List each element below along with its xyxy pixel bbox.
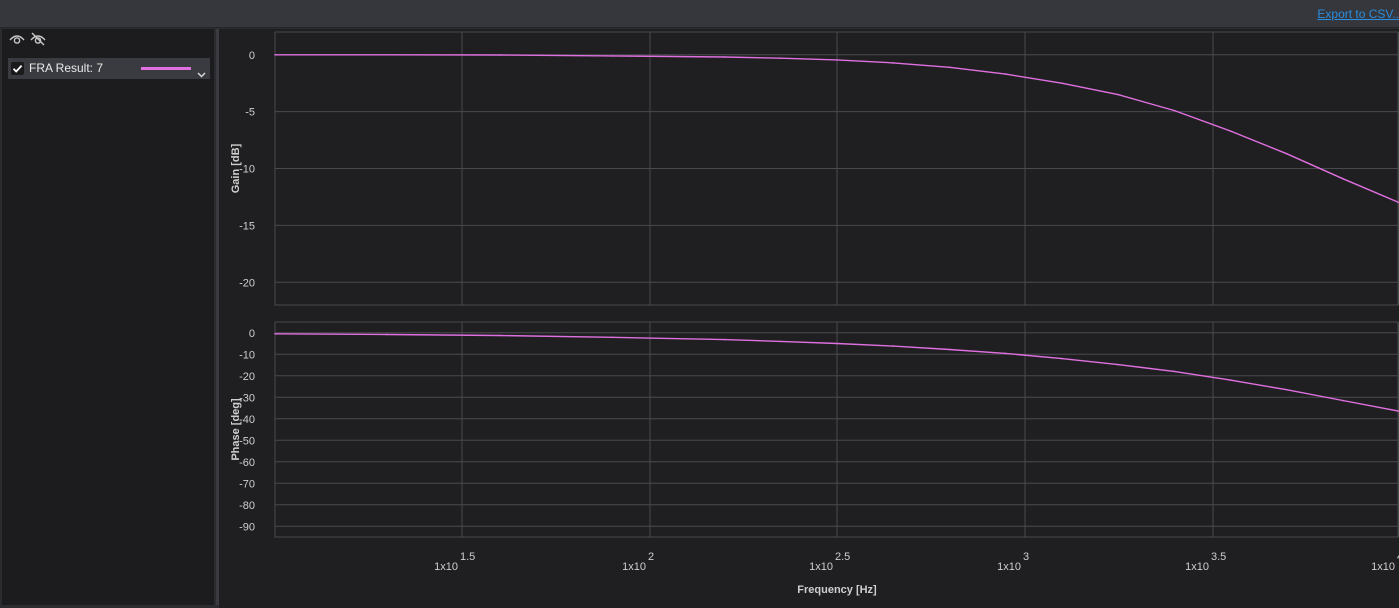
chevron-down-icon[interactable] (197, 65, 206, 78)
data-point (836, 59, 838, 61)
legend-item-fra-result[interactable]: FRA Result: 7 (8, 58, 210, 79)
bode-chart-svg: 0-5-10-15-20Gain [dB]0-10-20-30-40-50-60… (230, 31, 1399, 596)
x-tick-label: 1x10 (434, 561, 458, 573)
x-tick-label: 1x10 (997, 561, 1021, 573)
data-point (611, 336, 613, 339)
x-tick-label: 1x10 (1371, 561, 1395, 573)
y-tick-label: -20 (239, 277, 255, 289)
data-point (892, 345, 894, 347)
x-tick-label: 1x10 (622, 561, 646, 573)
data-point (498, 334, 501, 337)
checkmark-icon (12, 64, 23, 73)
y-tick-label: -80 (239, 500, 255, 512)
x-tick-label: 1x10 (809, 561, 833, 573)
data-point (1004, 352, 1007, 355)
legend-label: FRA Result: 7 (29, 61, 104, 75)
data-point (385, 333, 388, 336)
data-point (1004, 73, 1007, 75)
top-toolbar: Export to CSV.. (0, 0, 1399, 28)
x-tick-label: 1x10 (1185, 561, 1209, 573)
series-sidebar: FRA Result: 7 (2, 29, 214, 605)
x-tick-exponent: 1.5 (460, 551, 475, 563)
data-point (948, 66, 951, 69)
y-axis-label: Gain [dB] (230, 143, 242, 193)
data-point (948, 348, 951, 351)
bode-plot-area: 0 -5 -10 -15 -20 Gain [dB] 0 -10 -20 -30 -40 -50 -60… (219, 29, 1399, 608)
eye-off-icon[interactable] (30, 32, 46, 46)
data-point (723, 56, 726, 58)
data-point (779, 340, 782, 343)
data-point (274, 333, 276, 335)
data-point (1229, 379, 1232, 381)
data-point (1342, 177, 1344, 180)
data-point (274, 54, 276, 56)
data-point (723, 338, 726, 341)
y-tick-label: 0 (249, 50, 255, 62)
data-point (611, 55, 613, 57)
data-point (892, 62, 894, 64)
x-tick-exponent: 2 (648, 551, 654, 563)
y-tick-label: -20 (239, 371, 255, 383)
x-tick-exponent: 3.5 (1211, 551, 1226, 563)
data-point (1117, 93, 1119, 96)
data-point (1285, 388, 1288, 391)
y-tick-label: -90 (239, 521, 255, 533)
data-point (1173, 109, 1175, 112)
series-color-swatch (141, 67, 191, 70)
data-point (779, 57, 782, 59)
data-point (1229, 130, 1232, 132)
y-tick-label: 0 (249, 328, 255, 340)
eye-icon[interactable] (9, 32, 25, 46)
series-visibility-checkbox[interactable] (11, 62, 24, 75)
data-point (1061, 82, 1063, 84)
data-point (1285, 152, 1288, 155)
x-tick-exponent: 3 (1023, 551, 1029, 563)
data-point (498, 54, 501, 56)
y-tick-label: -5 (245, 107, 255, 119)
data-point (1061, 357, 1063, 360)
data-point (1342, 399, 1344, 402)
data-point (1117, 363, 1119, 366)
x-tick-exponent: 2.5 (835, 551, 850, 563)
y-axis-label: Phase [deg] (230, 398, 242, 461)
y-tick-label: -70 (239, 478, 255, 490)
x-axis-label: Frequency [Hz] (797, 584, 877, 596)
data-point (1173, 370, 1175, 373)
data-point (385, 54, 388, 56)
y-tick-label: -10 (239, 349, 255, 361)
y-tick-label: -15 (239, 220, 255, 232)
export-to-csv-link[interactable]: Export to CSV.. (1317, 7, 1399, 21)
data-point (836, 342, 838, 345)
